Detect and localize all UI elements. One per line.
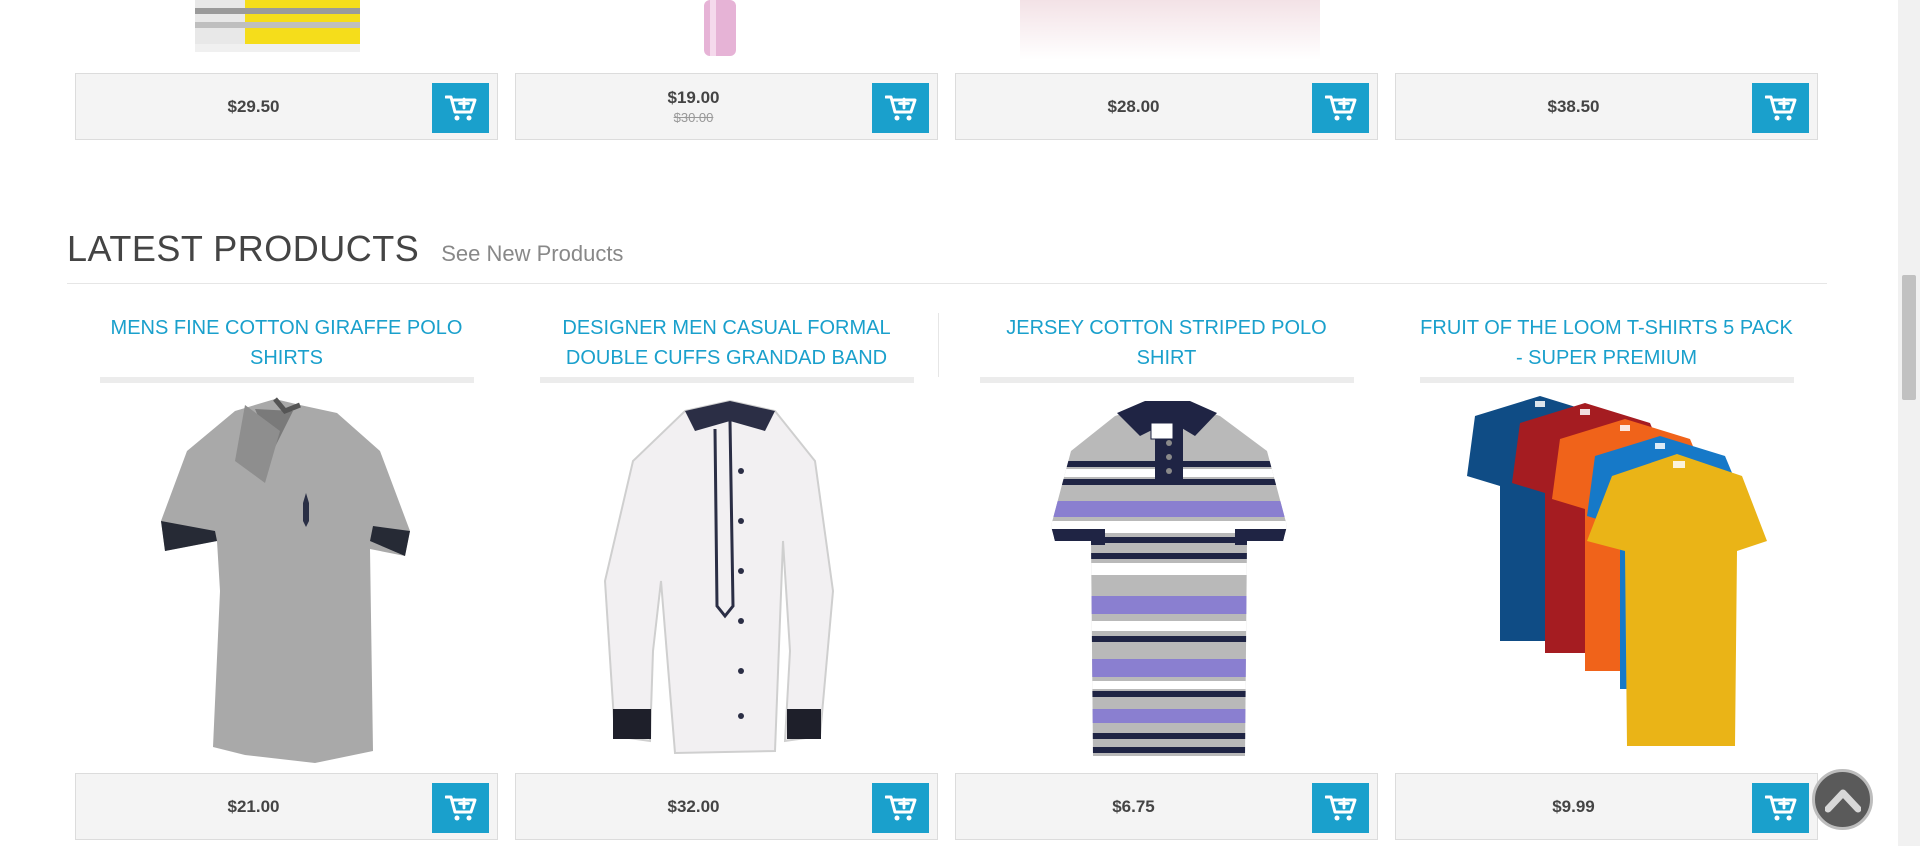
section-title: LATEST PRODUCTS (67, 228, 420, 269)
product-price-bar: $19.00 $30.00 (515, 73, 938, 140)
cart-plus-icon (1764, 95, 1796, 121)
section-header: LATEST PRODUCTS See New Products (67, 228, 1827, 284)
product-image[interactable] (690, 0, 750, 60)
product-price-bar: $29.50 (75, 73, 498, 140)
price-area: $19.00 $30.00 (516, 74, 871, 139)
product-title-link[interactable]: MENS FINE COTTON GIRAFFE POLO SHIRTS (95, 313, 478, 383)
product-title-link[interactable]: JERSEY COTTON STRIPED POLO SHIRT (975, 313, 1358, 383)
price-area: $38.50 (1396, 74, 1751, 139)
cart-plus-icon (884, 795, 916, 821)
see-new-products-link[interactable]: See New Products (441, 241, 623, 267)
cart-plus-icon (884, 95, 916, 121)
card-divider (938, 313, 939, 377)
title-underline (1420, 377, 1794, 383)
product-title-link[interactable]: FRUIT OF THE LOOM T-SHIRTS 5 PACK - SUPE… (1415, 313, 1798, 383)
product-price-bar: $6.75 (955, 773, 1378, 840)
product-price: $19.00 (667, 88, 720, 107)
previous-products-row: $29.50 $19.00 $30.00 $28.00 $38.50 (75, 0, 1820, 145)
product-price: $38.50 (1547, 96, 1600, 116)
cart-plus-icon (1764, 795, 1796, 821)
price-area: $9.99 (1396, 774, 1751, 839)
page: $29.50 $19.00 $30.00 $28.00 $38.50 LATES… (0, 0, 1898, 846)
add-to-cart-button[interactable] (432, 783, 489, 833)
product-price-bar: $21.00 (75, 773, 498, 840)
cart-plus-icon (444, 795, 476, 821)
chevron-up-icon (1824, 789, 1861, 812)
product-price-bar: $38.50 (1395, 73, 1818, 140)
back-to-top-button[interactable] (1812, 769, 1873, 830)
cart-plus-icon (1324, 95, 1356, 121)
product-image[interactable] (125, 391, 449, 771)
product-price: $9.99 (1552, 796, 1595, 816)
add-to-cart-button[interactable] (1312, 83, 1369, 133)
product-price-bar: $32.00 (515, 773, 938, 840)
price-area: $6.75 (956, 774, 1311, 839)
product-image[interactable] (1005, 391, 1329, 771)
add-to-cart-button[interactable] (872, 783, 929, 833)
product-price-bar: $28.00 (955, 73, 1378, 140)
scrollbar-thumb[interactable] (1902, 275, 1916, 400)
add-to-cart-button[interactable] (872, 83, 929, 133)
product-price: $28.00 (1107, 96, 1160, 116)
old-price: $30.00 (673, 110, 714, 125)
product-price: $32.00 (667, 796, 720, 816)
product-image[interactable] (565, 391, 889, 771)
product-price: $21.00 (227, 796, 280, 816)
add-to-cart-button[interactable] (1752, 783, 1809, 833)
price-area: $28.00 (956, 74, 1311, 139)
price-area: $29.50 (76, 74, 431, 139)
vertical-scrollbar[interactable] (1898, 0, 1920, 846)
product-title-link[interactable]: DESIGNER MEN CASUAL FORMAL DOUBLE CUFFS … (535, 313, 918, 383)
cart-plus-icon (1324, 795, 1356, 821)
add-to-cart-button[interactable] (1752, 83, 1809, 133)
price-area: $21.00 (76, 774, 431, 839)
title-underline (980, 377, 1354, 383)
product-image[interactable] (1445, 391, 1769, 771)
title-underline (540, 377, 914, 383)
price-area: $32.00 (516, 774, 871, 839)
product-price: $6.75 (1112, 796, 1155, 816)
product-price-bar: $9.99 (1395, 773, 1818, 840)
product-image[interactable] (190, 0, 370, 60)
add-to-cart-button[interactable] (1312, 783, 1369, 833)
add-to-cart-button[interactable] (432, 83, 489, 133)
title-underline (100, 377, 474, 383)
product-price: $29.50 (227, 96, 280, 116)
product-image[interactable] (1020, 0, 1320, 60)
cart-plus-icon (444, 95, 476, 121)
